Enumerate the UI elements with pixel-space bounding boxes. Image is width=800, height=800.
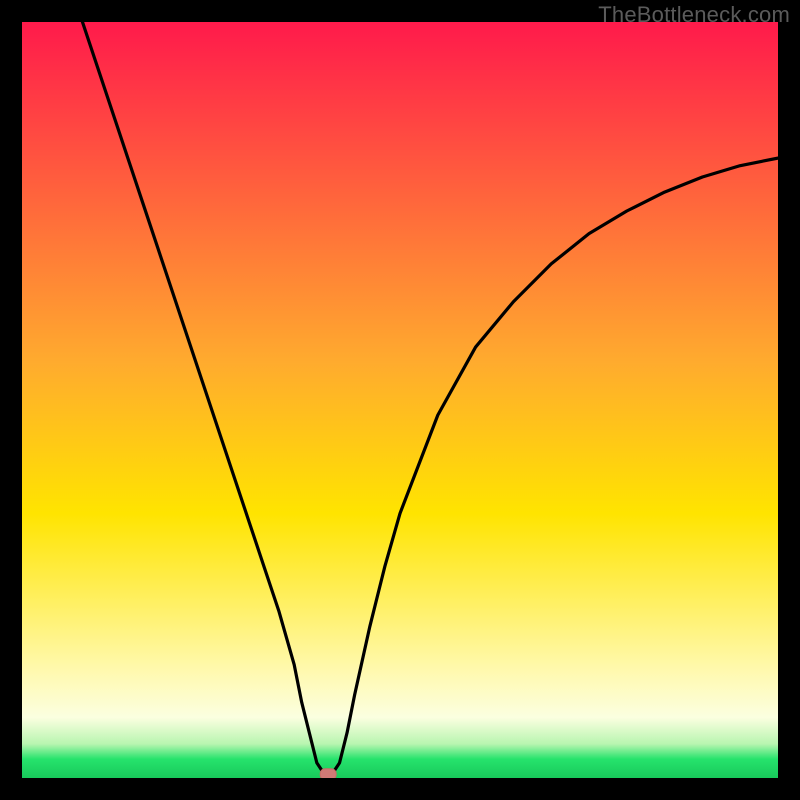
plot-frame xyxy=(22,22,778,778)
bottleneck-chart xyxy=(22,22,778,778)
watermark-text: TheBottleneck.com xyxy=(598,2,790,28)
optimum-marker xyxy=(320,769,336,778)
gradient-background xyxy=(22,22,778,778)
